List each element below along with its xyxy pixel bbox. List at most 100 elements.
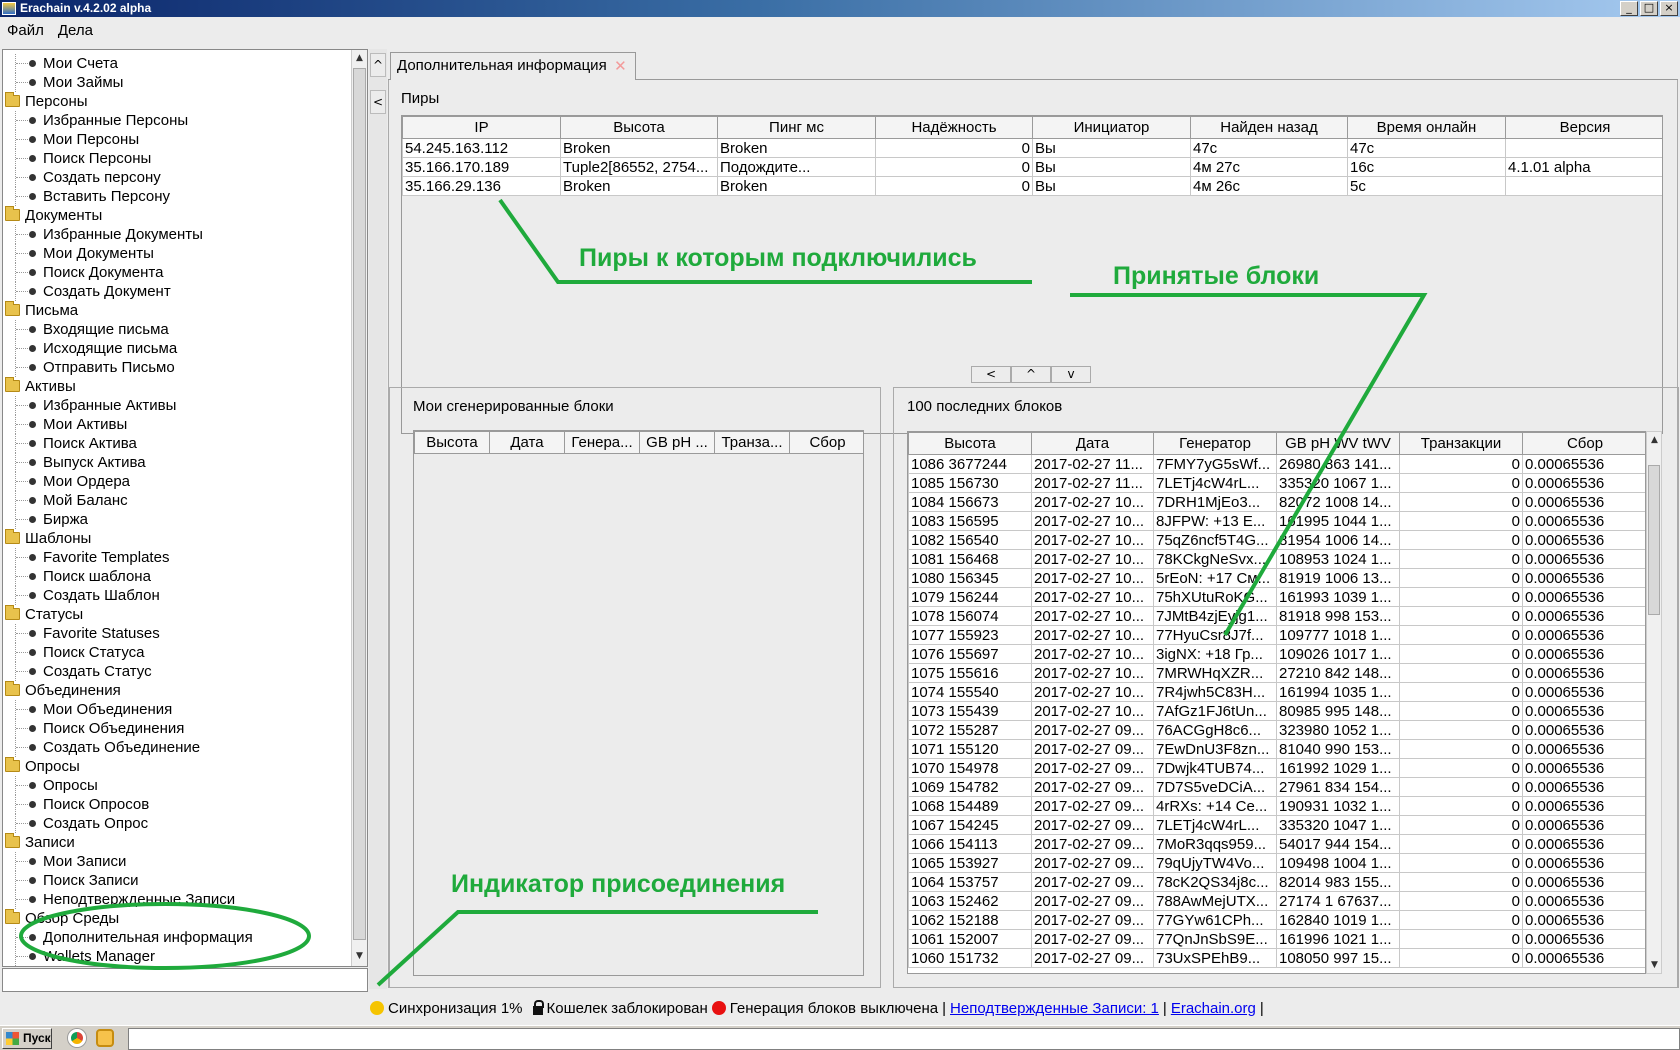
table-row[interactable]: 1085 156730 2017-02-27 11... 7LETj4cW4rL..… <box>908 473 1645 493</box>
tree-item[interactable]: Отправить Письмо <box>3 358 351 377</box>
menu-file[interactable]: Файл <box>0 22 51 39</box>
tree-folder[interactable]: Статусы <box>3 605 351 624</box>
table-row[interactable]: 1080 156345 2017-02-27 10... 5rEoN: +17 См… <box>908 568 1645 588</box>
chrome-icon[interactable] <box>68 1029 86 1047</box>
column-header[interactable]: Генера... <box>564 431 640 454</box>
table-row[interactable]: 1076 155697 2017-02-27 10... 3igNX: +18 Гр… <box>908 644 1645 664</box>
tree-item[interactable]: Поиск Объединения <box>3 719 351 738</box>
tree-item[interactable]: Создать Документ <box>3 282 351 301</box>
tree-item[interactable]: Создать Шаблон <box>3 586 351 605</box>
tree-item[interactable]: Опросы <box>3 776 351 795</box>
scroll-down-icon[interactable]: ▼ <box>1648 957 1661 973</box>
tree-item[interactable]: Поиск Актива <box>3 434 351 453</box>
column-header[interactable]: Транза... <box>714 431 790 454</box>
table-row[interactable]: 35.166.29.136 Broken Broken 0 Вы 4м 26с 5с <box>402 176 1662 196</box>
tree-item[interactable]: Поиск Опросов <box>3 795 351 814</box>
panel-splitter[interactable]: ^ < <box>369 49 387 989</box>
tree-item[interactable]: Поиск шаблона <box>3 567 351 586</box>
tree-item[interactable]: Мои Займы <box>3 73 351 92</box>
tree-item[interactable]: Избранные Активы <box>3 396 351 415</box>
tree-item[interactable]: Favorite Templates <box>3 548 351 567</box>
table-row[interactable]: 1072 155287 2017-02-27 09... 76ACGgH8c6...… <box>908 720 1645 740</box>
table-row[interactable]: 1077 155923 2017-02-27 10... 77HyuCsr8J7f.… <box>908 625 1645 645</box>
tree-item[interactable]: Мои Персоны <box>3 130 351 149</box>
tree-item[interactable]: Избранные Документы <box>3 225 351 244</box>
column-header[interactable]: Дата <box>1031 432 1154 455</box>
column-header[interactable]: Транзакции <box>1399 432 1523 455</box>
table-row[interactable]: 1064 153757 2017-02-27 09... 78cK2QS34j8c.… <box>908 872 1645 892</box>
splitter-up-button[interactable]: ^ <box>370 53 386 77</box>
table-row[interactable]: 1073 155439 2017-02-27 10... 7AfGz1FJ6tUn.… <box>908 701 1645 721</box>
table-row[interactable]: 35.166.170.189 Tuple2[86552, 2754... Подож… <box>402 157 1662 177</box>
table-row[interactable]: 1081 156468 2017-02-27 10... 78KCkgNeSvx..… <box>908 549 1645 569</box>
tab-additional-info[interactable]: Дополнительная информация ✕ <box>390 52 636 80</box>
tree-scroll-thumb[interactable] <box>353 68 366 940</box>
tree-item[interactable]: Создать Объединение <box>3 738 351 757</box>
column-header[interactable]: Высота <box>560 116 718 139</box>
column-header[interactable]: GB pH WV tWV <box>1276 432 1400 455</box>
tree-item[interactable]: Поиск Документа <box>3 263 351 282</box>
start-button[interactable]: Пуск <box>2 1028 52 1049</box>
scroll-up-icon[interactable]: ▲ <box>1648 432 1661 448</box>
split-left-button[interactable]: < <box>971 366 1011 383</box>
table-row[interactable]: 1086 3677244 2017-02-27 11... 7FMY7yG5sWf.… <box>908 454 1645 474</box>
tree-folder[interactable]: Шаблоны <box>3 529 351 548</box>
table-row[interactable]: 1069 154782 2017-02-27 09... 7D7S5veDCiA..… <box>908 777 1645 797</box>
tree-item[interactable]: Избранные Персоны <box>3 111 351 130</box>
minimize-button[interactable]: _ <box>1620 1 1638 16</box>
column-header[interactable]: Высота <box>414 431 490 454</box>
tree-item[interactable]: Мой Баланс <box>3 491 351 510</box>
table-row[interactable]: 1063 152462 2017-02-27 09... 788AwMejUTX..… <box>908 891 1645 911</box>
last-blocks-scrollbar[interactable]: ▲ ▼ <box>1646 431 1662 974</box>
column-header[interactable]: Генератор <box>1153 432 1277 455</box>
tree-folder[interactable]: Обзор Среды <box>3 909 351 928</box>
table-row[interactable]: 1074 155540 2017-02-27 10... 7R4jwh5C83H..… <box>908 682 1645 702</box>
tree-item[interactable]: Биржа <box>3 510 351 529</box>
column-header[interactable]: IP <box>402 116 561 139</box>
tree-item[interactable]: Выпуск Актива <box>3 453 351 472</box>
column-header[interactable]: Дата <box>489 431 565 454</box>
tree-item[interactable]: Поиск Записи <box>3 871 351 890</box>
tree-item[interactable]: Мои Объединения <box>3 700 351 719</box>
table-row[interactable]: 1083 156595 2017-02-27 10... 8JFPW: +13 E.… <box>908 511 1645 531</box>
tree-folder[interactable]: Письма <box>3 301 351 320</box>
unconfirmed-records-link[interactable]: Неподтвержденные Записи: 1 <box>950 1000 1159 1017</box>
menu-tasks[interactable]: Дела <box>51 22 100 39</box>
column-header[interactable]: Версия <box>1505 116 1662 139</box>
table-row[interactable]: 54.245.163.112 Broken Broken 0 Вы 47с 47с <box>402 138 1662 158</box>
tree-filter-input[interactable] <box>2 968 368 992</box>
tree-item[interactable]: Мои Ордера <box>3 472 351 491</box>
tree-item[interactable]: Входящие письма <box>3 320 351 339</box>
column-header[interactable]: Надёжность <box>875 116 1033 139</box>
table-row[interactable]: 1075 155616 2017-02-27 10... 7MRWHqXZR... 2… <box>908 663 1645 683</box>
table-row[interactable]: 1082 156540 2017-02-27 10... 75qZ6ncf5T4G.… <box>908 530 1645 550</box>
tree-item[interactable]: Дополнительная информация <box>3 928 351 947</box>
tree-item[interactable]: Favorite Statuses <box>3 624 351 643</box>
tab-close-icon[interactable]: ✕ <box>614 53 627 79</box>
column-header[interactable]: Найден назад <box>1190 116 1348 139</box>
table-row[interactable]: 1060 151732 2017-02-27 09... 73UxSPEhB9...… <box>908 948 1645 968</box>
tree-folder[interactable]: Записи <box>3 833 351 852</box>
table-row[interactable]: 1067 154245 2017-02-27 09... 7LETj4cW4rL..… <box>908 815 1645 835</box>
tree-item[interactable]: Мои Счета <box>3 54 351 73</box>
tree-scrollbar[interactable]: ▲ ▼ <box>351 50 367 966</box>
close-button[interactable]: × <box>1660 1 1678 16</box>
tree-folder[interactable]: Активы <box>3 377 351 396</box>
app-taskbar-icon[interactable] <box>96 1029 114 1047</box>
split-down-button[interactable]: v <box>1051 366 1091 383</box>
erachain-site-link[interactable]: Erachain.org <box>1171 1000 1256 1017</box>
column-header[interactable]: Время онлайн <box>1347 116 1506 139</box>
table-row[interactable]: 1062 152188 2017-02-27 09... 77GYw61CPh...… <box>908 910 1645 930</box>
maximize-button[interactable]: □ <box>1640 1 1658 16</box>
splitter-left-button[interactable]: < <box>370 90 386 114</box>
tree-item[interactable]: Создать Опрос <box>3 814 351 833</box>
column-header[interactable]: Высота <box>908 432 1032 455</box>
tree-item[interactable]: Исходящие письма <box>3 339 351 358</box>
column-header[interactable]: Пинг мс <box>717 116 876 139</box>
tree-item[interactable]: Создать персону <box>3 168 351 187</box>
tree-folder[interactable]: Объединения <box>3 681 351 700</box>
tree-folder[interactable]: Опросы <box>3 757 351 776</box>
table-row[interactable]: 1084 156673 2017-02-27 10... 7DRH1MjEo3...… <box>908 492 1645 512</box>
tree-item[interactable]: Мои Записи <box>3 852 351 871</box>
tree-folder[interactable]: Документы <box>3 206 351 225</box>
